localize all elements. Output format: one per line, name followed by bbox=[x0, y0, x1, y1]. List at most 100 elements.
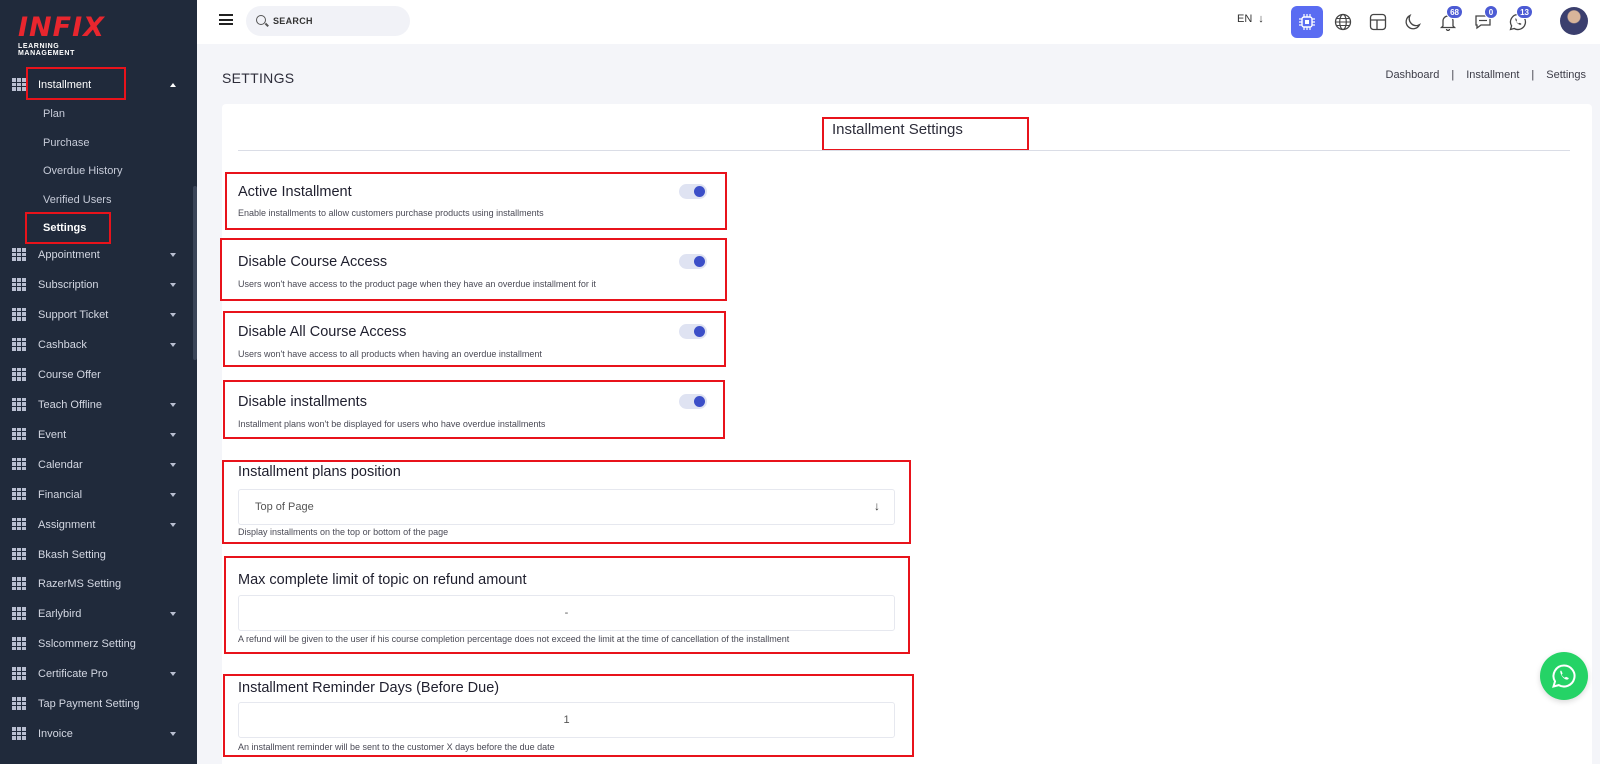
grid-icon bbox=[12, 577, 26, 591]
disable-all-course-access-title: Disable All Course Access bbox=[238, 324, 407, 340]
grid-icon bbox=[12, 547, 26, 561]
reminder-days-input[interactable]: 1 bbox=[238, 702, 895, 738]
whatsapp-icon bbox=[1552, 664, 1576, 688]
sidebar-item-cashback[interactable]: Cashback bbox=[0, 331, 193, 359]
disable-all-course-access-toggle[interactable] bbox=[679, 324, 707, 339]
sidebar-scrollbar[interactable] bbox=[193, 186, 197, 360]
moon-icon bbox=[1405, 14, 1421, 30]
language-selector[interactable]: EN ↓ bbox=[1237, 13, 1264, 25]
grid-icon bbox=[12, 637, 26, 651]
sidebar-subitem-settings[interactable]: Settings bbox=[43, 222, 86, 234]
disable-course-access-desc: Users won't have access to the product p… bbox=[238, 279, 596, 289]
disable-installments-desc: Installment plans won't be displayed for… bbox=[238, 419, 546, 429]
logo-text: INFIX bbox=[18, 12, 105, 43]
dark-mode-toggle[interactable] bbox=[1397, 6, 1429, 38]
chevron-down-icon bbox=[170, 672, 176, 677]
sidebar-item-label: Bkash Setting bbox=[38, 548, 106, 561]
search-box bbox=[246, 6, 410, 36]
sidebar-item-razerms-setting[interactable]: RazerMS Setting bbox=[0, 570, 193, 598]
breadcrumb-dashboard[interactable]: Dashboard bbox=[1386, 69, 1440, 81]
sidebar-item-label: Financial bbox=[38, 488, 83, 501]
brand-logo[interactable]: INFIX LEARNING MANAGEMENT bbox=[18, 12, 118, 58]
disable-course-access-title: Disable Course Access bbox=[238, 254, 388, 270]
grid-icon bbox=[12, 607, 26, 621]
sidebar-item-earlybird[interactable]: Earlybird bbox=[0, 600, 193, 628]
toggle-knob bbox=[694, 256, 705, 267]
max-limit-input[interactable]: - bbox=[238, 595, 895, 631]
sidebar-item-invoice[interactable]: Invoice bbox=[0, 720, 193, 748]
whatsapp-chat-button[interactable] bbox=[1540, 652, 1588, 700]
arrow-down-icon: ↓ bbox=[874, 499, 880, 513]
plans-position-select[interactable]: Top of Page ↓ bbox=[238, 489, 895, 525]
sidebar-item-event[interactable]: Event bbox=[0, 421, 193, 449]
sidebar-item-financial[interactable]: Financial bbox=[0, 481, 193, 509]
sidebar-item-label: Invoice bbox=[38, 728, 73, 741]
plans-position-title: Installment plans position bbox=[238, 464, 401, 480]
active-installment-title: Active Installment bbox=[238, 184, 352, 200]
sidebar-item-certificate-pro[interactable]: Certificate Pro bbox=[0, 660, 193, 688]
sidebar-subitem-overdue-history[interactable]: Overdue History bbox=[43, 165, 122, 177]
layout-icon bbox=[1369, 13, 1387, 31]
disable-course-access-toggle[interactable] bbox=[679, 254, 707, 269]
chevron-down-icon bbox=[170, 612, 176, 617]
page-title: SETTINGS bbox=[222, 70, 295, 86]
chevron-down-icon bbox=[170, 462, 176, 467]
sidebar-item-label: Course Offer bbox=[38, 368, 101, 381]
settings-card bbox=[222, 104, 1592, 764]
disable-installments-toggle[interactable] bbox=[679, 394, 707, 409]
sidebar-item-sslcommerz-setting[interactable]: Sslcommerz Setting bbox=[0, 630, 193, 658]
search-input[interactable] bbox=[273, 13, 403, 29]
sidebar-item-label: Assignment bbox=[38, 518, 96, 531]
max-limit-title: Max complete limit of topic on refund am… bbox=[238, 572, 527, 588]
chevron-down-icon bbox=[170, 732, 176, 737]
sidebar-subitem-verified-users[interactable]: Verified Users bbox=[43, 194, 111, 206]
globe-icon-button[interactable] bbox=[1327, 6, 1359, 38]
top-header: EN ↓ 68 bbox=[197, 0, 1600, 44]
plans-position-desc: Display installments on the top or botto… bbox=[238, 527, 449, 537]
chat-button[interactable]: 13 bbox=[1502, 5, 1534, 38]
user-avatar[interactable] bbox=[1560, 7, 1588, 35]
grid-icon bbox=[12, 307, 26, 321]
globe-icon bbox=[1334, 13, 1352, 31]
sidebar-item-bkash-setting[interactable]: Bkash Setting bbox=[0, 541, 193, 569]
notifications-button[interactable]: 68 bbox=[1432, 5, 1464, 38]
divider bbox=[238, 150, 1570, 151]
search-icon bbox=[256, 15, 266, 25]
sidebar: INFIX LEARNING MANAGEMENT Installment Pl… bbox=[0, 0, 197, 764]
grid-icon bbox=[12, 487, 26, 501]
sidebar-subitem-plan[interactable]: Plan bbox=[43, 108, 65, 120]
messages-button[interactable]: 0 bbox=[1467, 5, 1499, 38]
sidebar-item-tap-payment-setting[interactable]: Tap Payment Setting bbox=[0, 690, 193, 718]
chip-icon-button[interactable] bbox=[1291, 6, 1323, 38]
sidebar-item-support-ticket[interactable]: Support Ticket bbox=[0, 301, 193, 329]
sidebar-item-installment[interactable]: Installment bbox=[0, 71, 193, 99]
language-label: EN bbox=[1237, 13, 1253, 25]
sidebar-item-label: Sslcommerz Setting bbox=[38, 638, 136, 651]
sidebar-item-label: RazerMS Setting bbox=[38, 578, 122, 591]
active-installment-toggle[interactable] bbox=[679, 184, 707, 199]
sidebar-item-label: Tap Payment Setting bbox=[38, 698, 140, 711]
breadcrumb-settings: Settings bbox=[1546, 69, 1586, 81]
sidebar-item-course-offer[interactable]: Course Offer bbox=[0, 361, 193, 389]
breadcrumb-installment[interactable]: Installment bbox=[1466, 69, 1519, 81]
sidebar-item-label: Certificate Pro bbox=[38, 668, 108, 681]
sidebar-item-calendar[interactable]: Calendar bbox=[0, 451, 193, 479]
arrow-down-icon: ↓ bbox=[1258, 13, 1264, 25]
sidebar-item-assignment[interactable]: Assignment bbox=[0, 511, 193, 539]
layout-icon-button[interactable] bbox=[1362, 6, 1394, 38]
toggle-knob bbox=[694, 186, 705, 197]
sidebar-item-subscription[interactable]: Subscription bbox=[0, 271, 193, 299]
chip-icon bbox=[1299, 14, 1315, 30]
sidebar-subitem-purchase[interactable]: Purchase bbox=[43, 137, 89, 149]
sidebar-item-teach-offline[interactable]: Teach Offline bbox=[0, 391, 193, 419]
reminder-days-title: Installment Reminder Days (Before Due) bbox=[238, 680, 500, 696]
toggle-knob bbox=[694, 326, 705, 337]
grid-icon bbox=[12, 78, 26, 91]
chevron-down-icon bbox=[170, 282, 176, 287]
hamburger-menu-icon[interactable] bbox=[219, 14, 233, 25]
sidebar-item-label: Appointment bbox=[38, 249, 100, 261]
chevron-down-icon bbox=[170, 432, 176, 437]
breadcrumb-separator: | bbox=[1451, 69, 1455, 81]
sidebar-item-appointment[interactable]: Appointment bbox=[0, 241, 193, 269]
chevron-down-icon bbox=[170, 342, 176, 347]
